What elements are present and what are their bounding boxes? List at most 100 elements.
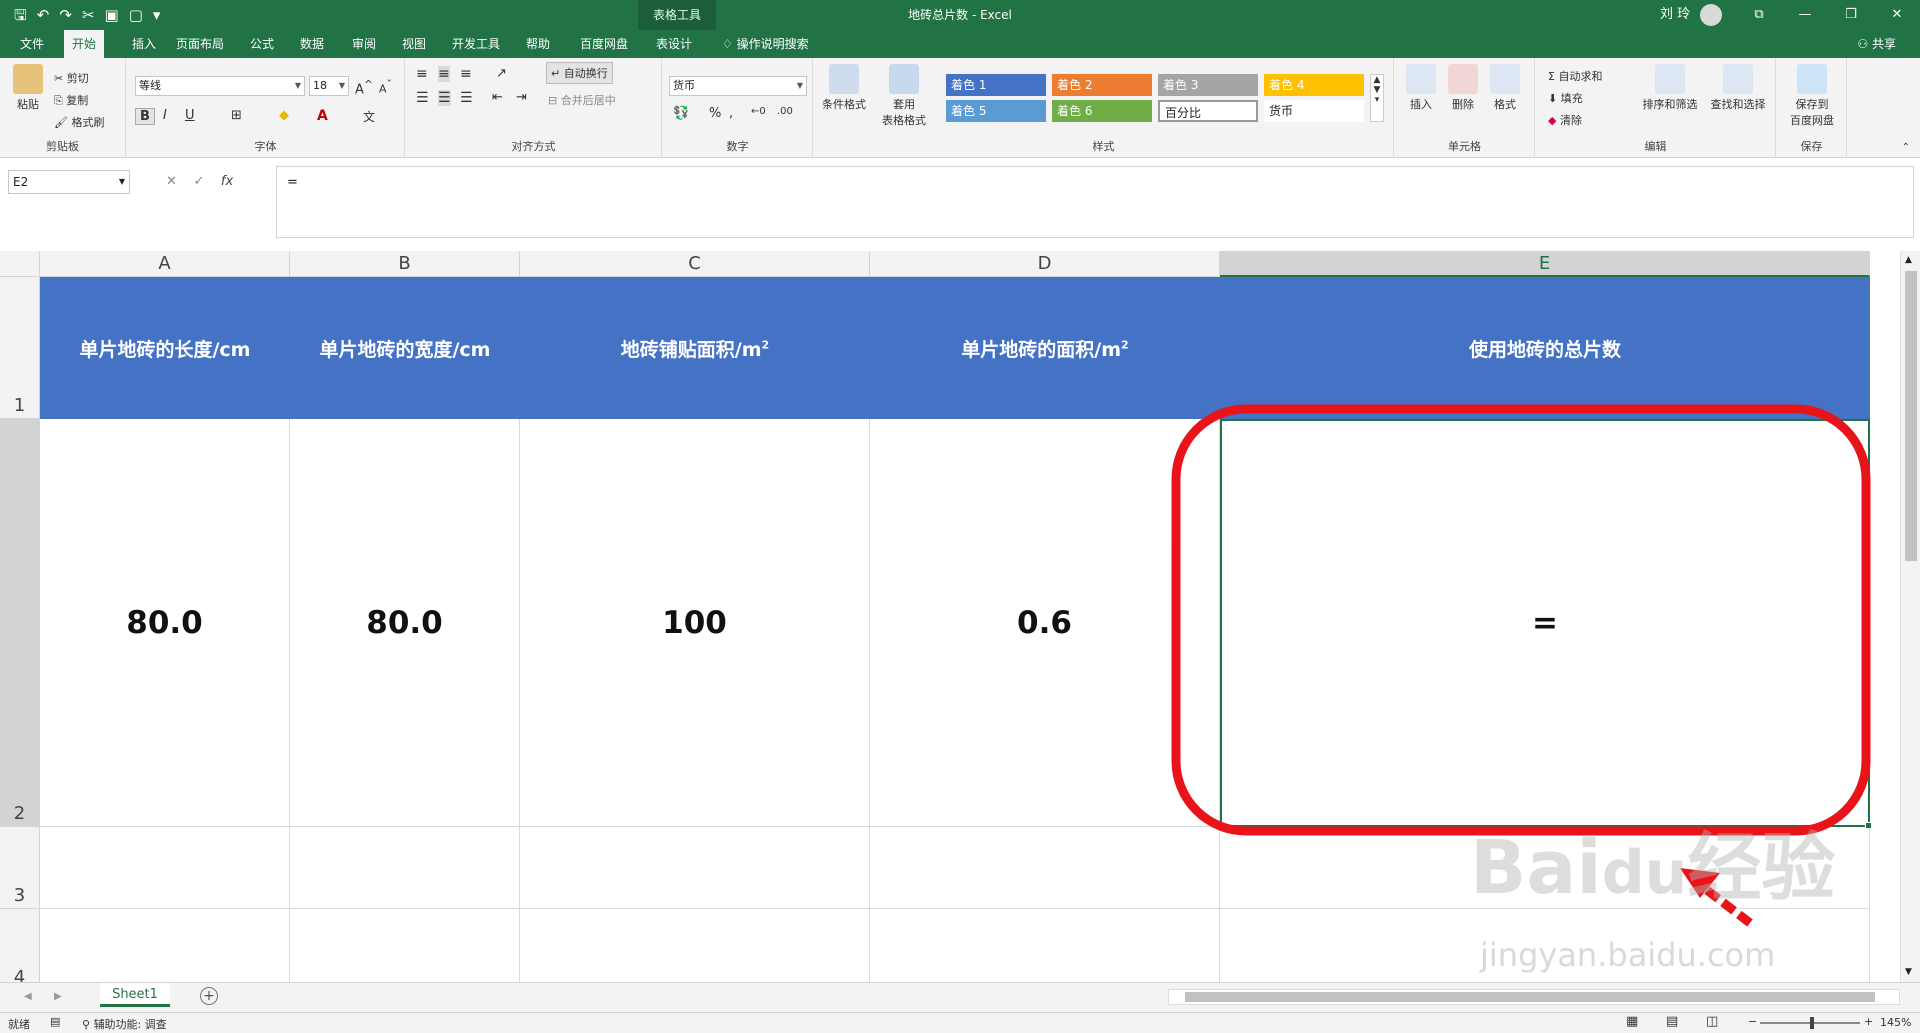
decrease-indent-icon[interactable]: ⇤ [492, 90, 503, 105]
row-header-1[interactable]: 1 [0, 277, 40, 419]
cell-d3[interactable] [870, 827, 1220, 909]
find-select-button[interactable]: 查找和选择 [1706, 64, 1770, 112]
conditional-format-button[interactable]: 条件格式 [818, 64, 870, 112]
column-header-b[interactable]: B [290, 251, 520, 277]
cell-c2[interactable]: 100 [520, 419, 870, 827]
page-break-view-icon[interactable]: ◫ [1706, 1014, 1718, 1029]
sheet-nav-next-icon[interactable]: ▶ [54, 991, 62, 1002]
style-currency[interactable]: 货币 [1264, 100, 1364, 122]
tab-review[interactable]: 审阅 [344, 30, 384, 58]
close-icon[interactable]: ✕ [1874, 0, 1920, 30]
styles-scroll-icon[interactable]: ▲ ▼ ▾ [1370, 74, 1384, 122]
border-icon[interactable]: ⊞ [231, 108, 242, 123]
style-accent-2[interactable]: 着色 2 [1052, 74, 1152, 96]
style-percent[interactable]: 百分比 [1158, 100, 1258, 122]
function-icon[interactable]: fx [221, 174, 233, 189]
row-header-2[interactable]: 2 [0, 419, 40, 827]
redo-icon[interactable]: ↷ [59, 4, 72, 26]
ribbon-display-icon[interactable]: ⧉ [1736, 0, 1782, 30]
font-name-select[interactable]: 等线 ▼ [135, 76, 305, 96]
page-layout-view-icon[interactable]: ▤ [1666, 1014, 1678, 1029]
tab-insert[interactable]: 插入 [124, 30, 164, 58]
tab-baidu-pan[interactable]: 百度网盘 [572, 30, 636, 58]
fill-button[interactable]: ⬇ 填充 [1548, 90, 1583, 106]
increase-font-icon[interactable]: A^ [355, 78, 373, 97]
paste-button[interactable]: 粘贴 [10, 64, 46, 112]
formula-input[interactable]: = [276, 166, 1914, 238]
restore-icon[interactable]: ❐ [1828, 0, 1874, 30]
column-header-e[interactable]: E [1220, 251, 1870, 277]
scroll-up-icon[interactable]: ▲ [1905, 255, 1912, 265]
cell-c1[interactable]: 地砖铺贴面积/m2 [520, 277, 870, 419]
add-sheet-icon[interactable]: + [200, 987, 218, 1005]
style-accent-4[interactable]: 着色 4 [1264, 74, 1364, 96]
format-button[interactable]: 格式 [1487, 64, 1523, 112]
save-as-icon[interactable]: ▣ [105, 4, 119, 26]
cell-b3[interactable] [290, 827, 520, 909]
row-header-3[interactable]: 3 [0, 827, 40, 909]
cell-d2[interactable]: 0.6 [870, 419, 1220, 827]
tab-developer[interactable]: 开发工具 [444, 30, 508, 58]
name-box[interactable]: E2 ▼ [8, 170, 130, 194]
decrease-font-icon[interactable]: Aˇ [379, 78, 392, 96]
tab-search[interactable]: ♢ 操作说明搜索 [714, 30, 817, 58]
avatar[interactable] [1700, 4, 1722, 26]
italic-icon[interactable]: I [163, 108, 167, 123]
increase-indent-icon[interactable]: ⇥ [516, 90, 527, 105]
scroll-thumb[interactable] [1905, 271, 1917, 561]
align-top-icon[interactable]: ≡ [416, 66, 428, 82]
zoom-slider-thumb[interactable] [1810, 1017, 1814, 1029]
user-name[interactable]: 刘 玲 [1660, 0, 1690, 30]
cell-a1[interactable]: 单片地砖的长度/cm [40, 277, 290, 419]
style-accent-5[interactable]: 着色 5 [946, 100, 1046, 122]
tab-table-design[interactable]: 表设计 [648, 30, 700, 58]
cell-b2[interactable]: 80.0 [290, 419, 520, 827]
accounting-icon[interactable]: 💱 [673, 106, 689, 121]
clear-button[interactable]: ◆ 清除 [1548, 112, 1582, 128]
wrap-text-button[interactable]: ↵ 自动换行 [546, 62, 613, 84]
normal-view-icon[interactable]: ▦ [1626, 1014, 1638, 1029]
save-baidu-button[interactable]: 保存到 百度网盘 [1783, 64, 1841, 128]
decrease-decimal-icon[interactable]: .00 [777, 106, 793, 117]
column-header-d[interactable]: D [870, 251, 1220, 277]
tab-file[interactable]: 文件 [12, 30, 52, 58]
cell-d1[interactable]: 单片地砖的面积/m2 [870, 277, 1220, 419]
merge-center-button[interactable]: ⊟ 合并后居中 [548, 92, 616, 108]
vertical-scrollbar[interactable]: ▲ ▼ [1900, 251, 1920, 982]
cancel-icon[interactable]: ✕ [166, 174, 177, 189]
align-center-icon[interactable]: ☰ [438, 90, 451, 106]
collapse-ribbon-icon[interactable]: ⌃ [1902, 142, 1910, 153]
tab-formulas[interactable]: 公式 [242, 30, 282, 58]
tab-data[interactable]: 数据 [292, 30, 332, 58]
cut-icon[interactable]: ✂ [82, 4, 95, 26]
percent-icon[interactable]: % [709, 106, 721, 121]
cell-c3[interactable] [520, 827, 870, 909]
tab-page-layout[interactable]: 页面布局 [168, 30, 232, 58]
tab-help[interactable]: 帮助 [518, 30, 558, 58]
font-color-icon[interactable]: A [317, 108, 328, 124]
column-header-a[interactable]: A [40, 251, 290, 277]
align-middle-icon[interactable]: ≡ [438, 66, 450, 82]
scroll-down-icon[interactable]: ▼ [1905, 967, 1912, 977]
customize-icon[interactable]: ▾ [153, 4, 161, 26]
number-format-select[interactable]: 货币 ▼ [669, 76, 807, 96]
zoom-in-icon[interactable]: + [1864, 1015, 1873, 1028]
align-left-icon[interactable]: ☰ [416, 90, 429, 106]
minimize-icon[interactable]: — [1782, 0, 1828, 30]
accessibility-status[interactable]: ⚲ 辅助功能: 调查 [82, 1016, 167, 1032]
increase-decimal-icon[interactable]: ←0 [751, 106, 766, 117]
fill-color-icon[interactable]: ◆ [279, 108, 289, 123]
sheet-tab-sheet1[interactable]: Sheet1 [100, 983, 170, 1007]
delete-button[interactable]: 删除 [1445, 64, 1481, 112]
new-icon[interactable]: ▢ [129, 4, 143, 26]
zoom-level[interactable]: 145% [1880, 1016, 1911, 1029]
orientation-icon[interactable]: ↗ [496, 66, 507, 81]
enter-icon[interactable]: ✓ [193, 174, 204, 189]
format-as-table-button[interactable]: 套用 表格格式 [874, 64, 934, 128]
zoom-out-icon[interactable]: − [1748, 1015, 1757, 1028]
cell-a3[interactable] [40, 827, 290, 909]
share-button[interactable]: ⚇ 共享 [1857, 30, 1896, 58]
cell-e1[interactable]: 使用地砖的总片数 [1220, 277, 1870, 419]
align-bottom-icon[interactable]: ≡ [460, 66, 472, 82]
sheet-nav-prev-icon[interactable]: ◀ [24, 991, 32, 1002]
